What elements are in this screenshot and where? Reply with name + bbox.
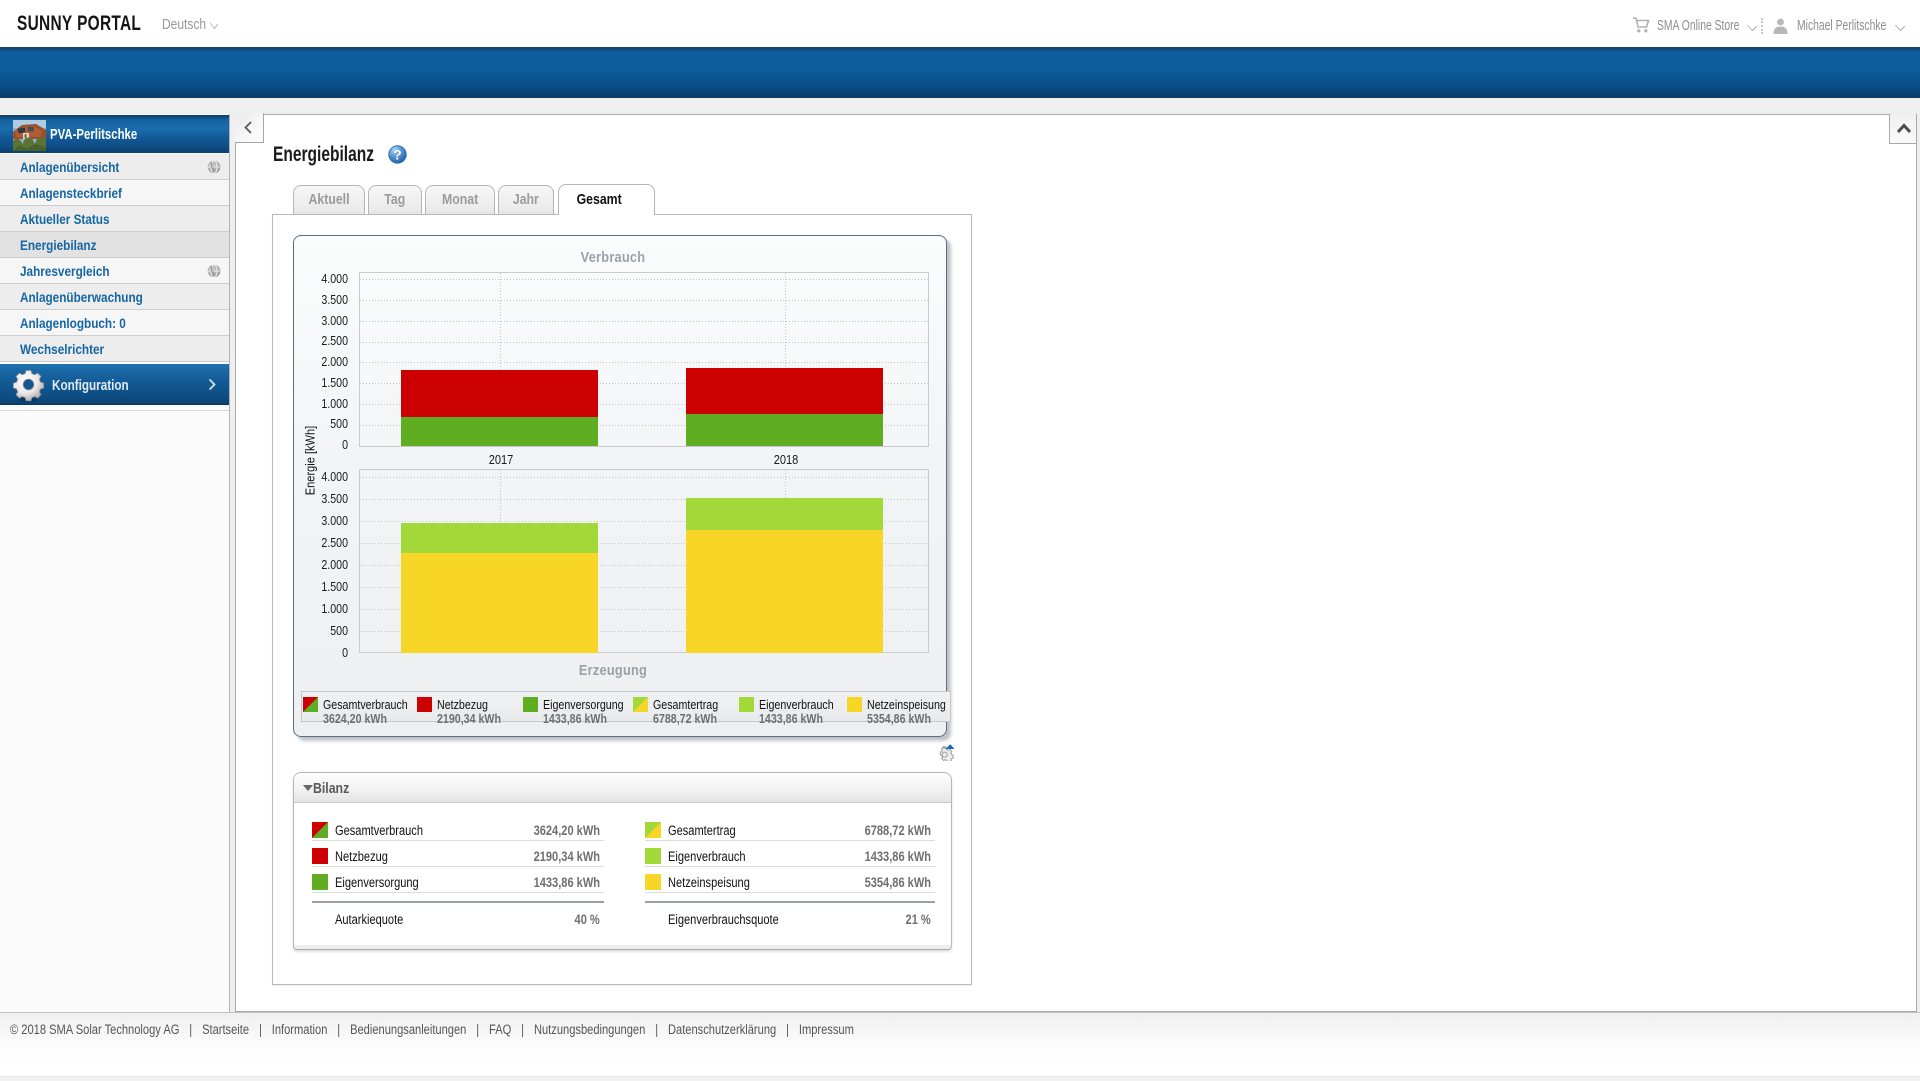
svg-text:?: ?	[393, 147, 401, 162]
